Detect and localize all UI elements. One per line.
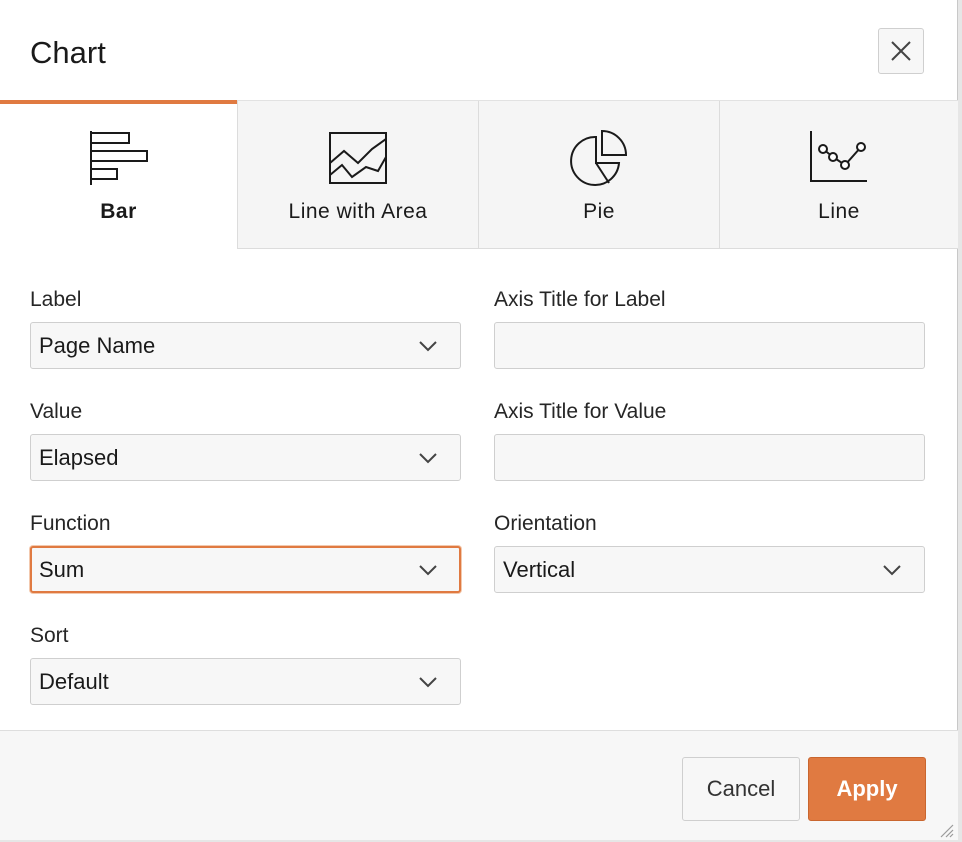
apply-button[interactable]: Apply: [808, 757, 926, 821]
axis-title-label-field-label: Axis Title for Label: [494, 288, 666, 311]
value-field-label: Value: [30, 400, 83, 423]
chevron-down-icon: [419, 341, 437, 352]
function-select[interactable]: Sum: [30, 546, 461, 593]
axis-title-value-field-label: Axis Title for Value: [494, 400, 667, 423]
bar-chart-icon: [89, 131, 148, 185]
cancel-button[interactable]: Cancel: [682, 757, 800, 821]
dialog-footer: Cancel Apply: [0, 730, 958, 840]
label-select[interactable]: Page Name: [30, 322, 461, 369]
orientation-select-value: Vertical: [503, 557, 576, 582]
dialog-header: Chart: [0, 0, 958, 100]
tab-label: Line: [818, 200, 860, 223]
orientation-select[interactable]: Vertical: [494, 546, 925, 593]
line-chart-icon: [810, 131, 867, 182]
area-chart-icon: [329, 132, 387, 184]
sort-field-label: Sort: [30, 624, 69, 647]
close-button[interactable]: [878, 28, 924, 74]
axis-title-value-input[interactable]: [494, 434, 925, 481]
chart-dialog: Chart Bar Line with Area Pie Line Label …: [0, 0, 958, 840]
chevron-down-icon: [419, 677, 437, 688]
tab-label: Bar: [100, 200, 137, 223]
chevron-down-icon: [419, 565, 437, 576]
value-select[interactable]: Elapsed: [30, 434, 461, 481]
label-select-value: Page Name: [39, 333, 156, 358]
value-select-value: Elapsed: [39, 445, 119, 470]
tab-line[interactable]: Line: [719, 101, 958, 249]
orientation-field-label: Orientation: [494, 512, 597, 535]
chevron-down-icon: [883, 565, 901, 576]
axis-title-label-input[interactable]: [494, 322, 925, 369]
sort-select[interactable]: Default: [30, 658, 461, 705]
sort-select-value: Default: [39, 669, 109, 694]
dialog-title: Chart: [30, 35, 106, 70]
tab-label: Line with Area: [288, 200, 428, 223]
label-field-label: Label: [30, 288, 82, 311]
chevron-down-icon: [419, 453, 437, 464]
tab-line-with-area[interactable]: Line with Area: [237, 101, 478, 249]
close-icon: [891, 41, 911, 61]
pie-chart-icon: [570, 129, 628, 186]
function-field-label: Function: [30, 512, 111, 535]
resize-handle-icon[interactable]: [938, 822, 954, 838]
chart-type-tabs: Bar Line with Area Pie Line: [0, 100, 958, 249]
function-select-value: Sum: [39, 557, 85, 582]
tab-label: Pie: [583, 200, 615, 223]
tab-pie[interactable]: Pie: [478, 101, 719, 249]
tab-bar[interactable]: Bar: [0, 100, 237, 249]
